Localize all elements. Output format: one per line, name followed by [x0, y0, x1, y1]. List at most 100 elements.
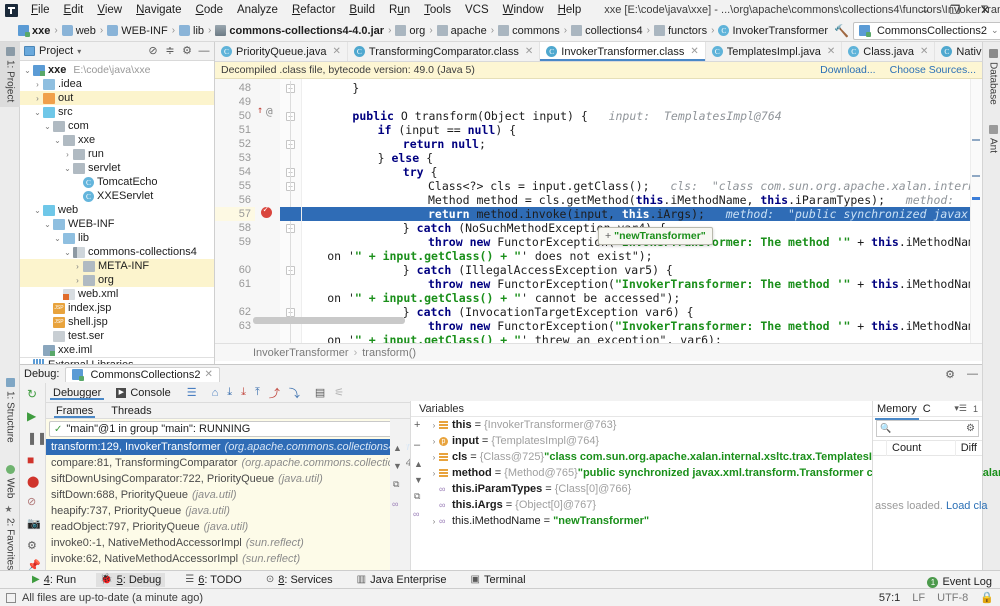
tree-item-meta-inf[interactable]: ›META-INF: [20, 259, 214, 273]
menu-run[interactable]: Run: [382, 2, 417, 18]
code-line[interactable]: } catch (InvocationTargetException var6)…: [403, 305, 694, 319]
bottom-tool-window-bar[interactable]: ▶4: Run🐞5: Debug☰6: TODO⊙8: Services▥Jav…: [0, 570, 1000, 588]
view-breakpoints-icon[interactable]: ⬤: [27, 475, 40, 488]
bottom-tab-8-services[interactable]: ⊙8: Services: [262, 573, 337, 587]
hide-panel-icon[interactable]: —: [967, 368, 978, 380]
tree-item-xxe-iml[interactable]: xxe.iml: [20, 343, 214, 357]
menu-window[interactable]: Window: [496, 2, 551, 18]
subtab-threads[interactable]: Threads: [109, 405, 153, 417]
chevron-right-icon[interactable]: ›: [32, 94, 43, 103]
code-line[interactable]: Method method = cls.getMethod(this.iMeth…: [428, 193, 982, 207]
close-icon[interactable]: ✕: [525, 46, 533, 57]
tree-item-xxe[interactable]: ⌄xxe: [20, 133, 214, 147]
caret-position[interactable]: 57:1: [879, 592, 900, 604]
chevron-down-icon[interactable]: ⌄: [22, 66, 33, 75]
sidebar-item-ant[interactable]: Ant: [983, 120, 1000, 158]
code-viewport[interactable]: 48495051525354555657585960616263 ↑ @ −−−…: [215, 79, 982, 343]
breadcrumb-item-org[interactable]: org: [395, 25, 425, 37]
variable-row[interactable]: ›method={Method@765} "public synchronize…: [411, 465, 872, 481]
bottom-tab-5-debug[interactable]: 🐞5: Debug: [96, 573, 165, 587]
close-icon[interactable]: ✕: [205, 369, 213, 380]
tree-item-xxe[interactable]: ⌄xxeE:\code\java\xxe: [20, 63, 214, 77]
step-over-icon[interactable]: ⤓: [227, 386, 232, 399]
tree-item-commons-collections4[interactable]: ⌄commons-collections4: [20, 245, 214, 259]
copy-value-icon[interactable]: ⧉: [414, 491, 420, 502]
expand-all-icon[interactable]: ≑: [164, 45, 176, 57]
close-icon[interactable]: ✕: [333, 46, 341, 57]
menu-analyze[interactable]: Analyze: [230, 2, 285, 18]
tab-debugger[interactable]: Debugger: [50, 387, 104, 399]
sidebar-item-structure[interactable]: 1: Structure: [0, 373, 20, 448]
variable-row[interactable]: ›pinput={TemplatesImpl@764}: [411, 433, 872, 449]
tree-item--idea[interactable]: ›.idea: [20, 77, 214, 91]
screenshot-icon[interactable]: 📷: [27, 517, 40, 530]
window-controls[interactable]: – ❐ ✕: [910, 0, 1000, 20]
scroll-down-icon[interactable]: ▼: [393, 461, 402, 471]
breadcrumb-item-invokertransformer[interactable]: CInvokerTransformer: [718, 25, 828, 37]
memory-header[interactable]: Memory C ▾☰ 1: [873, 401, 982, 417]
maximize-button[interactable]: ❐: [940, 0, 970, 20]
memory-col-diff[interactable]: Diff: [956, 440, 982, 456]
minimize-button[interactable]: –: [910, 0, 940, 20]
chevron-down-icon[interactable]: ⌄: [42, 122, 53, 131]
tree-item-tomcatecho[interactable]: CTomcatEcho: [20, 175, 214, 189]
variables-toolbar[interactable]: + – ▲ ▼ ⧉ ∞: [411, 417, 427, 570]
tree-item-shell-jsp[interactable]: JSPshell.jsp: [20, 315, 214, 329]
menu-vcs[interactable]: VCS: [458, 2, 496, 18]
watches-icon[interactable]: ∞: [413, 509, 419, 519]
tree-item-src[interactable]: ⌄src: [20, 105, 214, 119]
code-text[interactable]: }public O transform(Object input) { inpu…: [302, 79, 982, 343]
show-execution-point-icon[interactable]: ⌂: [212, 387, 219, 399]
tab-memory-c[interactable]: C: [923, 403, 931, 415]
run-to-cursor-icon[interactable]: ⤵: [289, 385, 300, 401]
frame-row[interactable]: readObject:797, PriorityQueue(java.util): [46, 519, 406, 535]
tree-item-external-libraries[interactable]: ⌄External Libraries: [20, 357, 214, 364]
code-line[interactable]: on '" + input.getClass() + "' does not e…: [327, 249, 652, 263]
chevron-right-icon[interactable]: ›: [72, 276, 83, 285]
close-button[interactable]: ✕: [970, 0, 1000, 20]
chevron-right-icon[interactable]: ›: [429, 453, 439, 462]
tab-console[interactable]: ▶ Console: [113, 387, 173, 399]
variable-row[interactable]: ∞this.iArgs={Object[0]@767}: [411, 497, 872, 513]
breadcrumb-item-web-inf[interactable]: WEB-INF: [107, 25, 167, 37]
bottom-tab-4-run[interactable]: ▶4: Run: [28, 573, 80, 587]
memory-col-count[interactable]: Count: [887, 440, 956, 456]
tree-item-web-inf[interactable]: ⌄WEB-INF: [20, 217, 214, 231]
editor-tabs[interactable]: CPriorityQueue.java✕CTransformingCompara…: [215, 42, 982, 62]
breadcrumb-item-collections4[interactable]: collections4: [571, 25, 642, 37]
chevron-right-icon[interactable]: ›: [32, 80, 43, 89]
chevron-down-icon[interactable]: ⌄: [32, 206, 43, 215]
tree-item-servlet[interactable]: ⌄servlet: [20, 161, 214, 175]
editor-tab-class-java[interactable]: CClass.java✕: [842, 42, 935, 61]
code-line[interactable]: return method.invoke(input, this.iArgs);…: [428, 207, 982, 221]
tree-item-xxeservlet[interactable]: CXXEServlet: [20, 189, 214, 203]
code-line[interactable]: throw new FunctorException("InvokerTrans…: [428, 319, 982, 333]
editor-tab-transformingcomparator-class[interactable]: CTransformingComparator.class✕: [348, 42, 540, 61]
chevron-right-icon[interactable]: ›: [429, 421, 439, 430]
breakpoint-icon[interactable]: [261, 207, 272, 218]
collapse-all-icon[interactable]: ⊘: [147, 45, 159, 57]
lock-icon[interactable]: 🔒: [980, 591, 994, 604]
chevron-down-icon[interactable]: ⌄: [32, 108, 43, 117]
menu-help[interactable]: Help: [551, 2, 589, 18]
menu-navigate[interactable]: Navigate: [129, 2, 188, 18]
frames-side-toolbar[interactable]: ▲ ▼ ⧉ ∞: [390, 419, 406, 571]
code-line[interactable]: try {: [403, 165, 438, 179]
chevron-down-icon[interactable]: ⌄: [52, 234, 63, 243]
load-classes-link[interactable]: Load cla: [946, 500, 988, 512]
variable-row[interactable]: ∞this.iParamTypes={Class[0]@766}: [411, 481, 872, 497]
editor-breadcrumb[interactable]: InvokerTransformer › transform(): [215, 343, 982, 361]
settings-icon[interactable]: ⚟: [334, 386, 344, 399]
breadcrumb-item-commons-collections4-4-0-jar[interactable]: commons-collections4-4.0.jar: [215, 25, 384, 37]
sidebar-item-favorites[interactable]: ★ 2: Favorites: [0, 500, 20, 575]
bottom-tab-terminal[interactable]: ▣Terminal: [467, 573, 530, 587]
code-line[interactable]: public O transform(Object input) { input…: [352, 109, 781, 123]
close-icon[interactable]: ✕: [920, 46, 928, 57]
code-line[interactable]: Class<?> cls = input.getClass(); cls: "c…: [428, 179, 982, 193]
menu-refactor[interactable]: Refactor: [285, 2, 342, 18]
stop-icon[interactable]: ■: [27, 453, 40, 466]
code-line[interactable]: if (input == null) {: [378, 123, 517, 137]
close-icon[interactable]: ✕: [827, 46, 835, 57]
tree-item-web[interactable]: ⌄web: [20, 203, 214, 217]
chevron-right-icon[interactable]: ›: [429, 437, 439, 446]
